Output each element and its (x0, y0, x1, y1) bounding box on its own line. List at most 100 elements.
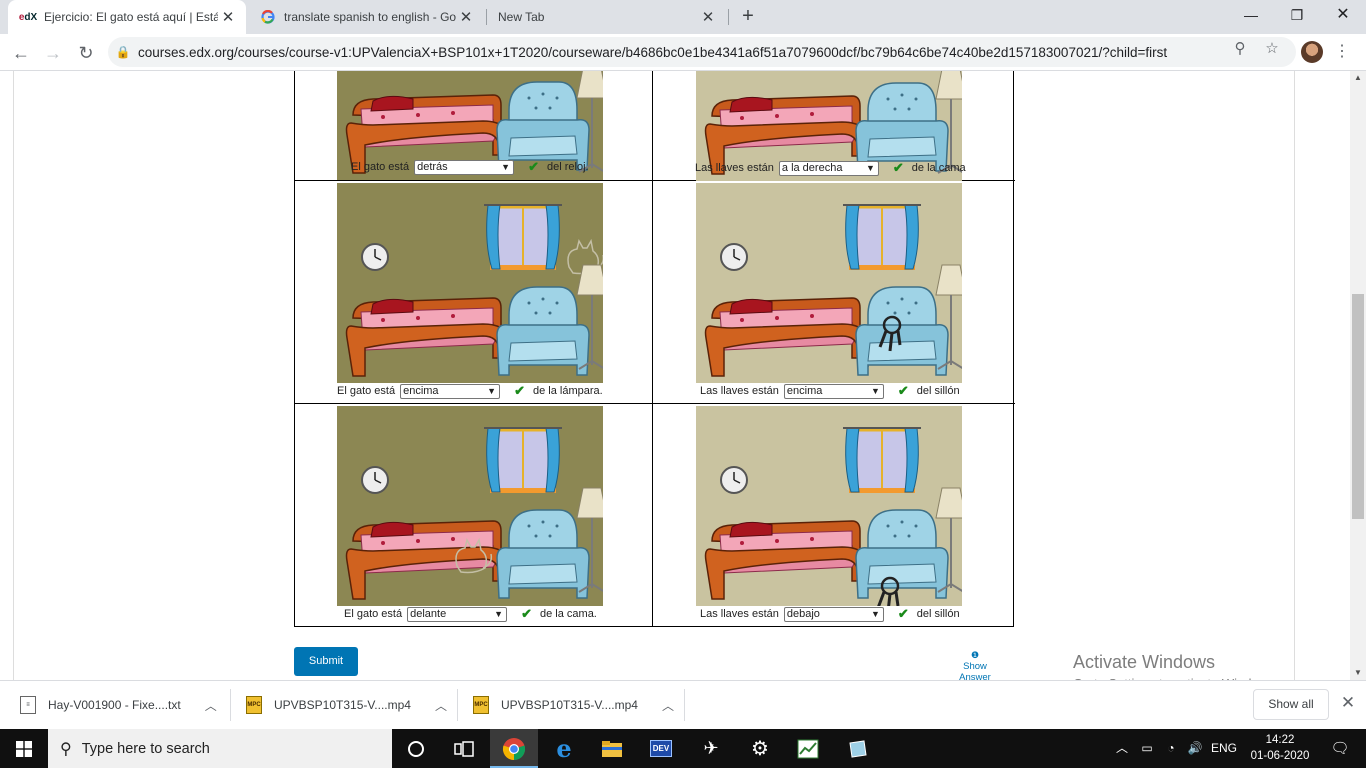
position-select[interactable]: debajo ▼ (783, 606, 884, 622)
notepad-app-icon[interactable] (833, 729, 881, 768)
chrome-taskbar-icon[interactable] (490, 729, 538, 768)
app-bird-icon[interactable]: ✈ (687, 729, 735, 768)
close-tab-icon[interactable]: ✕ (698, 8, 718, 26)
close-window-icon[interactable]: ✕ (1320, 0, 1366, 30)
task-view-icon[interactable] (440, 729, 488, 768)
edge-icon[interactable]: e (540, 729, 588, 768)
back-arrow-icon[interactable]: ← (8, 40, 34, 66)
minimize-window-icon[interactable]: — (1228, 0, 1274, 30)
windows-logo-icon (16, 740, 32, 757)
input-language[interactable]: ENG (1208, 729, 1240, 768)
windows-start-button[interactable] (0, 729, 48, 768)
new-tab-plus-icon[interactable]: + (736, 5, 760, 29)
tab-title: translate spanish to english - Goo (284, 10, 456, 24)
chevron-up-icon[interactable]: ︿ (435, 697, 447, 714)
sentence-row: Las llaves están encima ▼ ✔ del sillón (700, 382, 960, 400)
scroll-up-arrow-icon[interactable]: ▲ (1350, 71, 1366, 85)
page-content: El gato está detrás ▼ ✔ del reloj. Las ll… (0, 71, 1350, 680)
tray-chevron-up-icon[interactable]: ︿ (1112, 729, 1132, 768)
battery-icon[interactable]: ▭ (1136, 729, 1158, 768)
sentence-suffix: del sillón (916, 608, 960, 620)
sentence-suffix: de la cama (911, 162, 966, 174)
tab-new-tab[interactable]: New Tab ✕ (488, 0, 726, 34)
chevron-down-icon: ▼ (487, 385, 497, 396)
exercise-cell: Las llaves están encima ▼ ✔ del sillón (653, 181, 1015, 404)
room-image (337, 183, 603, 383)
chevron-down-icon: ▼ (494, 608, 504, 619)
network-icon[interactable]: ◔ (1160, 729, 1182, 768)
zoom-magnifier-icon[interactable]: ⚲ (1229, 39, 1251, 59)
sentence-suffix: de la cama. (540, 608, 597, 620)
scroll-down-arrow-icon[interactable]: ▼ (1350, 666, 1366, 680)
download-filename: UPVBSP10T315-V....mp4 (274, 698, 411, 712)
chart-app-icon[interactable] (784, 729, 832, 768)
sentence-prefix: El gato está (344, 608, 403, 620)
download-filename: Hay-V001900 - Fixe....txt (48, 698, 181, 712)
sentence-prefix: Las llaves están (695, 162, 774, 174)
volume-icon[interactable]: 🔊 (1184, 729, 1206, 768)
sentence-row: Las llaves están debajo ▼ ✔ del sillón (700, 605, 960, 623)
search-placeholder: Type here to search (81, 740, 210, 757)
tab-title: New Tab (498, 10, 545, 24)
media-file-icon: MPC (473, 696, 489, 714)
tab-google-translate[interactable]: translate spanish to english - Goo ✕ (248, 0, 484, 34)
tab-separator (728, 9, 729, 25)
url-text: courses.edx.org/courses/course-v1:UPVale… (138, 44, 1168, 60)
forward-arrow-icon[interactable]: → (40, 40, 66, 66)
taskbar-search-box[interactable]: ⚲ Type here to search (48, 729, 392, 768)
chrome-menu-icon[interactable]: ⋮ (1334, 40, 1350, 64)
lock-icon[interactable]: 🔒 (108, 45, 138, 59)
position-select[interactable]: encima ▼ (400, 383, 501, 399)
download-item[interactable]: MPC UPVBSP10T315-V....mp4 ︿ (457, 681, 683, 729)
close-tab-icon[interactable]: ✕ (218, 8, 238, 26)
chevron-up-icon[interactable]: ︿ (205, 697, 217, 714)
download-item[interactable]: MPC UPVBSP10T315-V....mp4 ︿ (230, 681, 456, 729)
watermark-title: Activate Windows (1073, 652, 1216, 672)
room-image (696, 183, 962, 383)
chevron-up-icon[interactable]: ︿ (662, 697, 674, 714)
chevron-down-icon: ▼ (501, 161, 511, 172)
select-value: detrás (417, 160, 448, 173)
close-shelf-icon[interactable]: ✕ (1338, 693, 1358, 713)
restore-window-icon[interactable]: ❐ (1274, 0, 1320, 30)
position-select[interactable]: encima ▼ (783, 383, 884, 399)
close-tab-icon[interactable]: ✕ (456, 8, 476, 26)
page-scrollbar[interactable]: ▲ ▼ (1350, 71, 1366, 680)
exercise-cell: El gato está delante ▼ ✔ de la cama. (295, 404, 653, 627)
file-explorer-icon[interactable] (588, 729, 636, 768)
info-icon: ❶ (970, 650, 980, 660)
sentence-row: El gato está delante ▼ ✔ de la cama. (344, 605, 597, 623)
select-value: encima (786, 384, 823, 397)
tab-title: Ejercicio: El gato está aquí | Está a (44, 10, 218, 24)
reload-icon[interactable]: ↻ (73, 40, 99, 66)
action-center-icon[interactable]: 🗨 (1320, 729, 1360, 768)
position-select[interactable]: delante ▼ (407, 606, 508, 622)
settings-gear-icon[interactable]: ⚙ (736, 729, 784, 768)
divider (684, 689, 685, 721)
bookmark-star-icon[interactable]: ☆ (1261, 39, 1283, 59)
select-value: encima (403, 384, 439, 397)
show-answer-button[interactable]: ❶ Show Answer (948, 650, 1002, 680)
correct-check-icon: ✔ (528, 159, 539, 174)
exercise-table: El gato está detrás ▼ ✔ del reloj. Las ll… (294, 71, 1015, 627)
position-select[interactable]: detrás ▼ (414, 159, 515, 175)
chevron-down-icon: ▼ (870, 608, 880, 619)
room-image (337, 406, 603, 606)
room-image (696, 406, 962, 606)
select-value: debajo (786, 607, 820, 620)
scrollbar-thumb[interactable] (1352, 294, 1364, 519)
exercise-cell: Las llaves están debajo ▼ ✔ del sillón (653, 404, 1015, 627)
dev-cpp-icon[interactable]: DEV (637, 729, 685, 768)
sentence-prefix: El gato está (337, 385, 396, 397)
address-bar[interactable]: 🔒 courses.edx.org/courses/course-v1:UPVa… (108, 37, 1296, 67)
google-icon (260, 9, 276, 25)
sentence-suffix: del reloj. (547, 161, 589, 173)
download-item[interactable]: ≡ Hay-V001900 - Fixe....txt ︿ (0, 681, 228, 729)
system-clock[interactable]: 14:22 01-06-2020 (1248, 732, 1312, 764)
tab-edx-exercise[interactable]: e dX Ejercicio: El gato está aquí | Está … (8, 0, 246, 34)
position-select[interactable]: a la derecha ▼ (778, 160, 879, 176)
submit-button[interactable]: Submit (294, 647, 358, 676)
profile-avatar[interactable] (1301, 41, 1323, 63)
cortana-icon[interactable] (392, 729, 440, 768)
show-all-downloads-button[interactable]: Show all (1253, 689, 1329, 720)
